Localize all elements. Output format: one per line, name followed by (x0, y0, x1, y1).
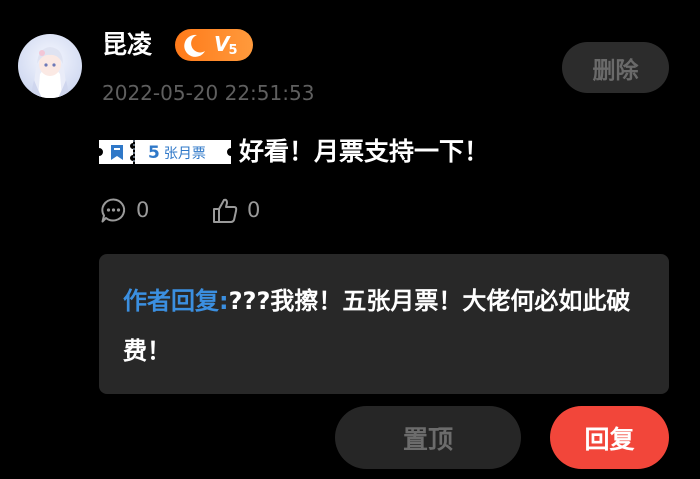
monthly-ticket-number: 5 (148, 143, 160, 163)
comment-text: 好看！月票支持一下！ (239, 137, 490, 166)
comment-timestamp: 2022-05-20 22:51:53 (102, 81, 315, 105)
delete-button[interactable]: 删除 (562, 42, 669, 93)
username[interactable]: 昆凌 (102, 28, 152, 62)
avatar-image (18, 34, 82, 98)
like-count: 0 (247, 198, 261, 222)
pin-button[interactable]: 置顶 (335, 406, 521, 469)
monthly-ticket-count: 5 张月票 (148, 139, 206, 167)
vip-badge: V5 (175, 29, 253, 61)
avatar[interactable] (18, 34, 82, 98)
author-reply-label: 作者回复: (123, 287, 229, 315)
vip-level-number: 5 (228, 43, 237, 58)
crescent-moon-icon (184, 34, 205, 57)
monthly-ticket-unit: 张月票 (163, 146, 206, 162)
like-button[interactable]: 0 (212, 195, 260, 225)
thumbs-up-icon (213, 198, 238, 223)
reply-count: 0 (136, 198, 150, 222)
author-reply-content: 作者回复:???我擦！五张月票！大佬何必如此破费！ (123, 276, 643, 376)
comment-bubble-icon (101, 197, 126, 222)
author-reply-box: 作者回复:???我擦！五张月票！大佬何必如此破费！ (99, 254, 669, 394)
reply-button[interactable]: 回复 (550, 406, 669, 469)
reply-count-button[interactable]: 0 (100, 195, 149, 225)
vip-level-text: V5 (214, 32, 238, 58)
